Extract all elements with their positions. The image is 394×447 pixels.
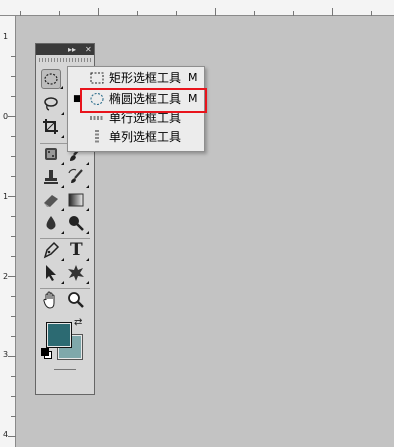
menu-item-rect-marquee[interactable]: 矩形选框工具 M: [68, 68, 204, 88]
eraser-icon: [44, 195, 58, 207]
hand-icon: [43, 291, 55, 309]
collapse-icon[interactable]: ▸▸: [68, 44, 76, 55]
blur-tool-button[interactable]: [41, 213, 64, 234]
pen-tool-button[interactable]: [41, 240, 64, 261]
stamp-icon: [44, 170, 58, 184]
zoom-icon: [68, 292, 84, 308]
history-brush-tool-button[interactable]: [66, 167, 89, 188]
default-colors-icon[interactable]: [41, 348, 52, 359]
type-tool-button[interactable]: T: [66, 240, 89, 261]
menu-item-label: 矩形选框工具: [109, 71, 182, 85]
foreground-color-swatch[interactable]: [46, 322, 72, 348]
ruler-number: 1: [3, 32, 9, 41]
zoom-tool-button[interactable]: [66, 290, 86, 310]
single-column-marquee-icon: [95, 130, 99, 144]
dodge-tool-button[interactable]: [66, 213, 89, 234]
ruler-number: 4: [3, 430, 9, 439]
vertical-ruler: 1 0 1 2 3 4: [0, 16, 16, 447]
menu-item-shortcut: M: [188, 71, 198, 84]
ruler-number: 3: [3, 350, 9, 359]
rect-marquee-icon: [90, 72, 104, 84]
eraser-tool-button[interactable]: [41, 190, 64, 211]
healing-brush-tool-button[interactable]: [41, 144, 64, 165]
crop-tool-button[interactable]: [41, 117, 64, 138]
lasso-tool-button[interactable]: [41, 94, 64, 115]
arrow-icon: [46, 265, 56, 281]
horizontal-ruler: [0, 0, 394, 16]
lasso-icon: [44, 97, 58, 111]
gradient-icon: [68, 193, 84, 207]
history-brush-icon: [68, 168, 83, 183]
drag-grip[interactable]: [39, 58, 91, 62]
close-icon[interactable]: ✕: [85, 44, 92, 55]
hand-tool-button[interactable]: [41, 290, 61, 310]
shape-icon: [68, 265, 84, 281]
crop-icon: [43, 119, 58, 134]
custom-shape-tool-button[interactable]: [66, 263, 89, 284]
highlight-box: [80, 88, 207, 113]
tools-panel-titlebar[interactable]: ▸▸ ✕: [36, 44, 94, 55]
marquee-tool-button[interactable]: [41, 69, 63, 89]
type-icon: T: [70, 240, 83, 260]
patch-icon: [45, 148, 57, 160]
gradient-tool-button[interactable]: [66, 190, 89, 211]
drop-icon: [46, 216, 56, 230]
clone-stamp-tool-button[interactable]: [41, 167, 64, 188]
menu-item-label: 单列选框工具: [109, 130, 182, 144]
path-selection-tool-button[interactable]: [41, 263, 64, 284]
dodge-icon: [69, 216, 84, 231]
marquee-ellipse-icon: [44, 73, 58, 85]
swap-colors-icon[interactable]: ⇄: [74, 317, 82, 328]
pen-icon: [43, 241, 60, 259]
menu-item-single-column-marquee[interactable]: 单列选框工具: [68, 127, 204, 147]
